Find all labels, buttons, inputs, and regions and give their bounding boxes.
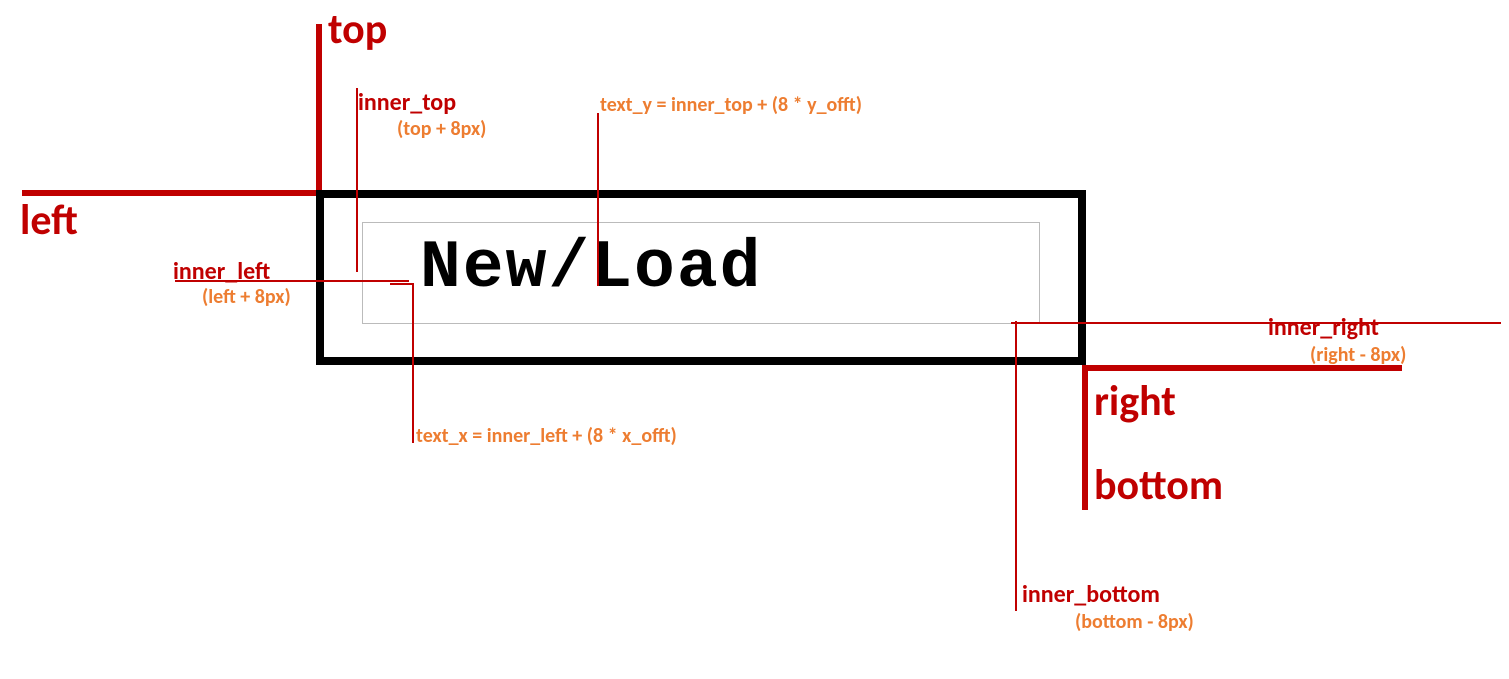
label-left: left: [20, 195, 78, 246]
text-x-guide-line-v: [412, 283, 414, 443]
bottom-guide-line: [1082, 365, 1088, 510]
label-inner-right-note: (right - 8px): [1310, 343, 1406, 367]
label-inner-right: inner_right: [1268, 313, 1379, 342]
label-inner-bottom-note: (bottom - 8px): [1075, 610, 1194, 634]
label-text-x: text_x = inner_left + (8 * x_offt): [416, 424, 677, 448]
left-guide-line: [22, 190, 322, 196]
text-y-guide-line: [597, 113, 599, 286]
inner-top-guide-line: [356, 88, 358, 272]
inner-right-guide-line: [1011, 322, 1501, 324]
label-text-y: text_y = inner_top + (8 * y_offt): [600, 93, 862, 117]
top-guide-line: [316, 24, 322, 194]
inner-bottom-guide-line: [1015, 321, 1017, 611]
label-inner-left-note: (left + 8px): [202, 285, 291, 309]
label-inner-top: inner_top: [358, 88, 456, 117]
button-text: New/Load: [420, 230, 762, 307]
label-inner-top-note: (top + 8px): [397, 117, 486, 141]
inner-left-guide-line: [175, 280, 409, 282]
label-inner-bottom: inner_bottom: [1022, 580, 1160, 609]
label-right: right: [1094, 376, 1176, 427]
label-bottom: bottom: [1094, 460, 1223, 511]
text-x-tick: [390, 283, 412, 285]
label-top: top: [328, 4, 387, 55]
